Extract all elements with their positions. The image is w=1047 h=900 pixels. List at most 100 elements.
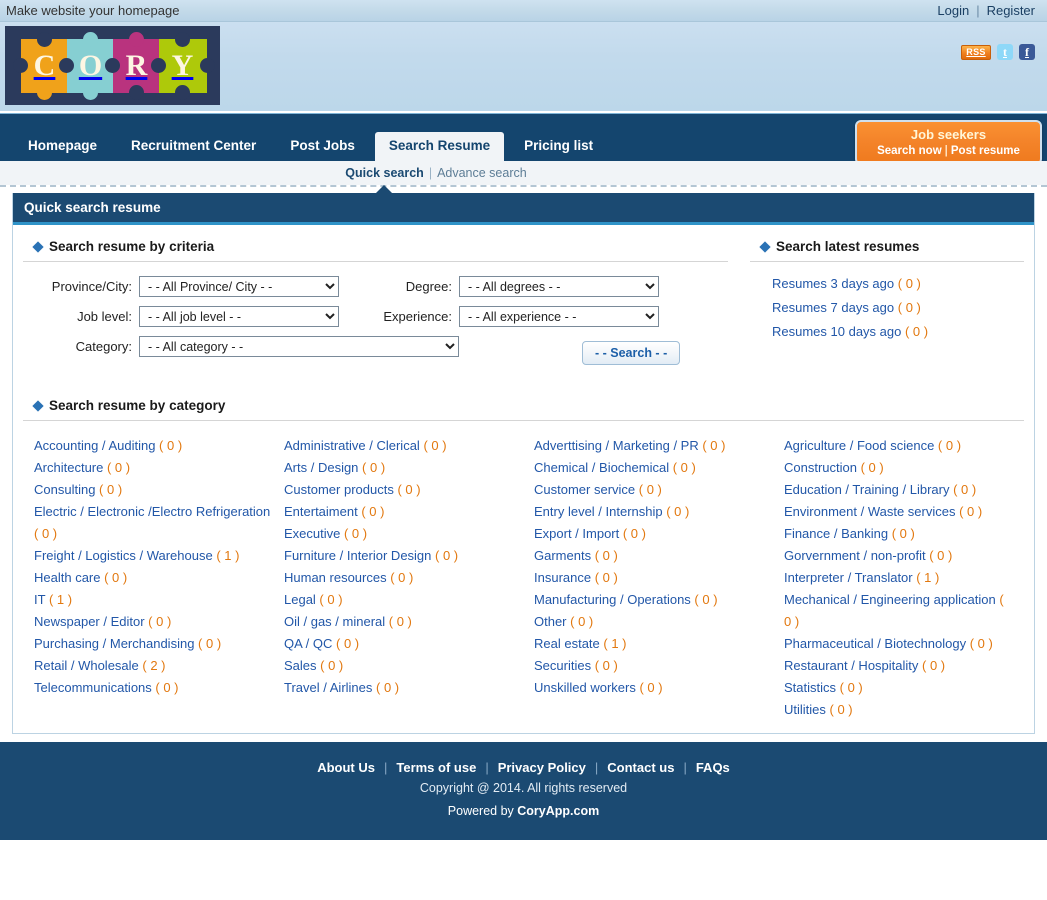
category-link[interactable]: Garments ( 0 ) (534, 545, 784, 567)
list-item[interactable]: Resumes 7 days ago ( 0 ) (772, 300, 1024, 315)
category-link[interactable]: Entry level / Internship ( 0 ) (534, 501, 784, 523)
facebook-icon[interactable]: f (1019, 44, 1035, 60)
category-link[interactable]: Consulting ( 0 ) (34, 479, 284, 501)
category-link[interactable]: Securities ( 0 ) (534, 655, 784, 677)
category-link[interactable]: IT ( 1 ) (34, 589, 284, 611)
category-count: ( 0 ) (103, 460, 131, 475)
criteria-section-title-text: Search resume by criteria (49, 239, 215, 254)
category-link[interactable]: Executive ( 0 ) (284, 523, 534, 545)
category-link[interactable]: Customer service ( 0 ) (534, 479, 784, 501)
category-link[interactable]: Insurance ( 0 ) (534, 567, 784, 589)
category-link[interactable]: Accounting / Auditing ( 0 ) (34, 435, 284, 457)
footer-link-faqs[interactable]: FAQs (696, 760, 730, 775)
twitter-icon[interactable]: t (997, 44, 1013, 60)
search-button[interactable]: - - Search - - (582, 341, 681, 365)
nav-item-recruitment-center[interactable]: Recruitment Center (117, 132, 270, 161)
category-link[interactable]: Entertaiment ( 0 ) (284, 501, 534, 523)
login-link[interactable]: Login (937, 3, 969, 18)
category-link[interactable]: Construction ( 0 ) (784, 457, 1024, 479)
account-links: Login | Register (937, 3, 1035, 18)
category-link[interactable]: Architecture ( 0 ) (34, 457, 284, 479)
category-link[interactable]: Customer products ( 0 ) (284, 479, 534, 501)
category-label: Accounting / Auditing (34, 438, 156, 453)
category-link[interactable]: Purchasing / Merchandising ( 0 ) (34, 633, 284, 655)
category-link[interactable]: Telecommunications ( 0 ) (34, 677, 284, 699)
job-seekers-box[interactable]: Job seekers Search now | Post resume (855, 120, 1042, 165)
category-link[interactable]: Sales ( 0 ) (284, 655, 534, 677)
category-link[interactable]: Unskilled workers ( 0 ) (534, 677, 784, 699)
category-link[interactable]: Gorvernment / non-profit ( 0 ) (784, 545, 1024, 567)
nav-item-pricing-list[interactable]: Pricing list (510, 132, 607, 161)
select-category[interactable]: - - All category - - (139, 336, 459, 357)
label-province-city: Province/City: (51, 279, 132, 294)
footer-separator: | (594, 760, 599, 775)
category-link[interactable]: Environment / Waste services ( 0 ) (784, 501, 1024, 523)
category-count: ( 0 ) (955, 504, 983, 519)
category-link[interactable]: Real estate ( 1 ) (534, 633, 784, 655)
category-link[interactable]: Human resources ( 0 ) (284, 567, 534, 589)
category-section-title-text: Search resume by category (49, 398, 226, 413)
category-link[interactable]: Administrative / Clerical ( 0 ) (284, 435, 534, 457)
category-link[interactable]: Travel / Airlines ( 0 ) (284, 677, 534, 699)
category-label: Telecommunications (34, 680, 152, 695)
nav-item-homepage[interactable]: Homepage (14, 132, 111, 161)
category-column-3: Adverttising / Marketing / PR ( 0 ) Chemi… (534, 435, 784, 721)
category-label: Electric / Electronic /Electro Refrigera… (34, 504, 271, 519)
list-item[interactable]: Resumes 3 days ago ( 0 ) (772, 276, 1024, 291)
active-tab-arrow-icon (375, 185, 392, 193)
search-now-link[interactable]: Search now (877, 145, 942, 157)
footer-link-terms-of-use[interactable]: Terms of use (396, 760, 476, 775)
category-link[interactable]: Adverttising / Marketing / PR ( 0 ) (534, 435, 784, 457)
post-resume-link[interactable]: Post resume (951, 145, 1020, 157)
category-link[interactable]: Retail / Wholesale ( 2 ) (34, 655, 284, 677)
rss-icon[interactable]: RSS (961, 44, 991, 60)
category-link[interactable]: Chemical / Biochemical ( 0 ) (534, 457, 784, 479)
footer-link-about-us[interactable]: About Us (317, 760, 375, 775)
category-link[interactable]: Oil / gas / mineral ( 0 ) (284, 611, 534, 633)
site-logo[interactable]: C O R Y (5, 26, 220, 105)
footer-link-contact-us[interactable]: Contact us (607, 760, 674, 775)
footer-link-privacy-policy[interactable]: Privacy Policy (498, 760, 586, 775)
category-link[interactable]: Manufacturing / Operations ( 0 ) (534, 589, 784, 611)
category-link[interactable]: Legal ( 0 ) (284, 589, 534, 611)
category-count: ( 0 ) (340, 526, 368, 541)
nav-item-search-resume[interactable]: Search Resume (374, 131, 505, 161)
select-experience[interactable]: - - All experience - - (459, 306, 659, 327)
category-link[interactable]: Interpreter / Translator ( 1 ) (784, 567, 1024, 589)
category-link[interactable]: Health care ( 0 ) (34, 567, 284, 589)
category-link[interactable]: Restaurant / Hospitality ( 0 ) (784, 655, 1024, 677)
latest-count: ( 0 ) (904, 324, 929, 339)
latest-resumes-list: Resumes 3 days ago ( 0 ) Resumes 7 days … (750, 276, 1024, 339)
make-homepage-text[interactable]: Make website your homepage (6, 3, 179, 18)
select-province-city[interactable]: - - All Province/ City - - (139, 276, 339, 297)
tab-quick-search[interactable]: Quick search (345, 166, 424, 180)
category-link[interactable]: Mechanical / Engineering application ( 0… (784, 589, 1024, 633)
puzzle-knob-top (82, 31, 98, 47)
category-link[interactable]: Newspaper / Editor ( 0 ) (34, 611, 284, 633)
category-link[interactable]: Furniture / Interior Design ( 0 ) (284, 545, 534, 567)
category-link[interactable]: QA / QC ( 0 ) (284, 633, 534, 655)
select-degree[interactable]: - - All degrees - - (459, 276, 659, 297)
tab-advance-search[interactable]: Advance search (437, 166, 527, 180)
category-link[interactable]: Other ( 0 ) (534, 611, 784, 633)
field-province-city: Province/City: - - All Province/ City - … (23, 276, 339, 297)
category-link[interactable]: Statistics ( 0 ) (784, 677, 1024, 699)
category-count: ( 0 ) (934, 438, 962, 453)
category-link[interactable]: Utilities ( 0 ) (784, 699, 1024, 721)
puzzle-knob-top (128, 31, 144, 47)
register-link[interactable]: Register (987, 3, 1035, 18)
category-column-2: Administrative / Clerical ( 0 ) Arts / De… (284, 435, 534, 721)
nav-item-post-jobs[interactable]: Post Jobs (276, 132, 369, 161)
category-link[interactable]: Finance / Banking ( 0 ) (784, 523, 1024, 545)
field-degree: Degree: - - All degrees - - (339, 276, 659, 297)
category-link[interactable]: Electric / Electronic /Electro Refrigera… (34, 501, 284, 545)
category-link[interactable]: Pharmaceutical / Biotechnology ( 0 ) (784, 633, 1024, 655)
list-item[interactable]: Resumes 10 days ago ( 0 ) (772, 324, 1024, 339)
select-job-level[interactable]: - - All job level - - (139, 306, 339, 327)
category-link[interactable]: Arts / Design ( 0 ) (284, 457, 534, 479)
category-link[interactable]: Agriculture / Food science ( 0 ) (784, 435, 1024, 457)
category-link[interactable]: Freight / Logistics / Warehouse ( 1 ) (34, 545, 284, 567)
category-label: Real estate (534, 636, 600, 651)
category-link[interactable]: Education / Training / Library ( 0 ) (784, 479, 1024, 501)
category-link[interactable]: Export / Import ( 0 ) (534, 523, 784, 545)
